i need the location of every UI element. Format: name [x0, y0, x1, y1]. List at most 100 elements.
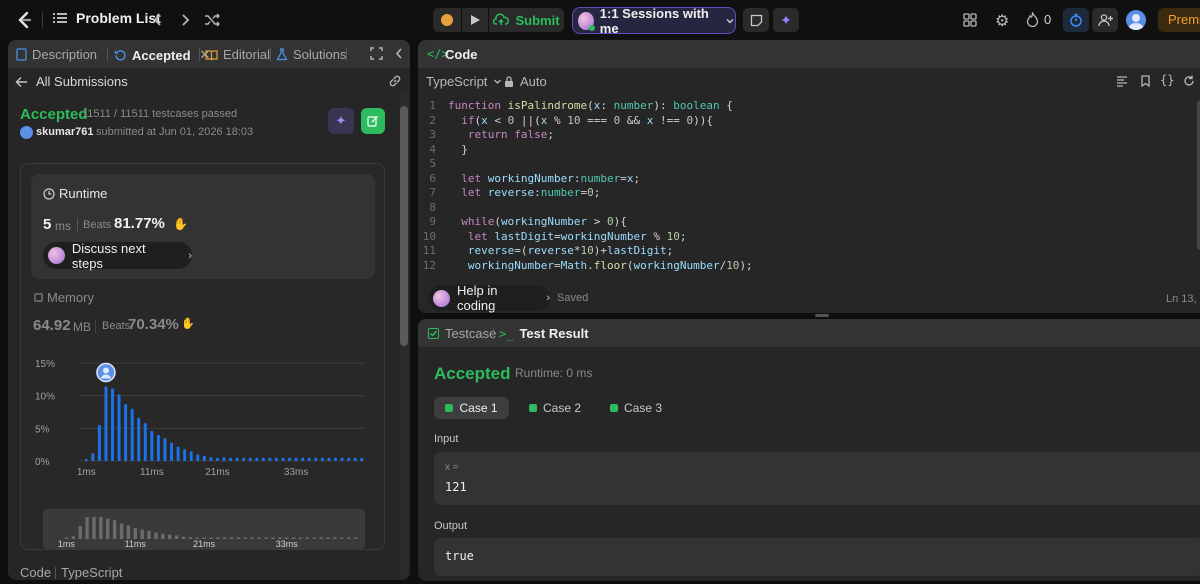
add-friend-button[interactable] — [1092, 8, 1118, 32]
code-line[interactable]: 5 — [418, 157, 1188, 172]
panel-resize-handle[interactable] — [815, 314, 829, 317]
sessions-button[interactable]: 1:1 Sessions with me — [572, 6, 736, 36]
chart-bar[interactable] — [156, 434, 160, 461]
edit-button[interactable] — [361, 108, 385, 134]
chart-bar[interactable] — [261, 457, 265, 461]
chart-bar[interactable] — [248, 457, 252, 461]
chart-bar[interactable] — [183, 449, 187, 461]
left-scrollbar[interactable] — [400, 90, 408, 580]
ai-analyze-button[interactable]: ✦ — [328, 108, 354, 134]
link-icon[interactable] — [388, 74, 402, 88]
runtime-card[interactable]: Runtime 5 ms Beats 81.77% ✋ Discuss next… — [31, 174, 375, 279]
chart-bar[interactable] — [334, 457, 337, 461]
code-line[interactable]: 11 reverse=(reverse*10)+lastDigit; — [418, 244, 1188, 259]
tab-editorial[interactable]: Editorial — [205, 47, 270, 62]
code-line[interactable]: 9 while(workingNumber > 0){ — [418, 215, 1188, 230]
leetcode-logo[interactable] — [14, 10, 34, 30]
bookmark-icon[interactable] — [1140, 75, 1151, 87]
code-line[interactable]: 1 function isPalindrome(x: number): boole… — [418, 99, 1188, 114]
code-line[interactable]: 4 } — [418, 143, 1188, 158]
submit-button[interactable]: Submit — [489, 8, 564, 32]
collapse-icon[interactable] — [394, 47, 404, 60]
discuss-next-steps-button[interactable]: Discuss next steps › — [43, 241, 192, 271]
chart-bar[interactable] — [255, 457, 259, 461]
premium-button[interactable]: Premi — [1158, 8, 1200, 32]
code-line[interactable]: 10 let lastDigit=workingNumber % 10; — [418, 230, 1188, 245]
code-tab-title[interactable]: Code — [445, 47, 478, 62]
chart-bar[interactable] — [229, 457, 233, 461]
case-2-tab[interactable]: Case 2 — [520, 397, 590, 419]
braces-icon[interactable]: {} — [1160, 73, 1174, 87]
debug-button[interactable] — [433, 8, 461, 32]
chart-bar[interactable] — [268, 457, 272, 461]
chart-bar[interactable] — [170, 442, 174, 461]
run-button[interactable] — [462, 8, 488, 32]
language-select[interactable]: TypeScript — [426, 74, 502, 89]
chart-bar[interactable] — [163, 438, 167, 461]
chart-range-slider[interactable]: 1ms 11ms 21ms 33ms — [43, 509, 365, 549]
chart-bar[interactable] — [209, 457, 213, 461]
tab-accepted[interactable]: Accepted ✕ — [114, 47, 210, 63]
tab-testcase[interactable]: Testcase — [428, 326, 496, 341]
tab-test-result[interactable]: >_ Test Result — [499, 326, 589, 341]
chart-bar[interactable] — [97, 425, 101, 461]
chart-bar[interactable] — [347, 457, 351, 461]
chart-bar[interactable] — [196, 454, 200, 461]
chart-bar[interactable] — [189, 451, 193, 461]
avatar[interactable] — [1126, 10, 1146, 30]
chart-bar[interactable] — [137, 417, 141, 461]
chart-bar[interactable] — [235, 457, 239, 461]
case-3-tab[interactable]: Case 3 — [601, 397, 671, 419]
runtime-distribution-chart[interactable]: 15% 10% 5% 0% 1ms 11ms 21ms 33ms — [25, 349, 377, 499]
case-1-tab[interactable]: Case 1 — [434, 397, 509, 419]
code-line[interactable]: 12 workingNumber=Math.floor(workingNumbe… — [418, 259, 1188, 274]
help-in-coding-button[interactable]: Help in coding › — [428, 283, 550, 313]
chart-bar[interactable] — [281, 457, 285, 461]
chart-bar[interactable] — [124, 404, 128, 461]
chart-bar[interactable] — [111, 388, 114, 461]
chart-bar[interactable] — [104, 386, 108, 461]
code-line[interactable]: 8 — [418, 201, 1188, 216]
chart-bar[interactable] — [353, 457, 357, 461]
ai-button[interactable]: ✦ — [773, 8, 799, 32]
chart-bar[interactable] — [91, 453, 95, 461]
chart-bar[interactable] — [320, 457, 324, 461]
back-link[interactable]: All Submissions — [15, 74, 128, 89]
chart-bar[interactable] — [274, 457, 278, 461]
auto-mode-toggle[interactable]: Auto — [504, 74, 547, 89]
chevron-left-icon[interactable] — [150, 12, 166, 28]
tab-description[interactable]: Description — [16, 47, 97, 62]
gear-icon[interactable]: ⚙ — [995, 11, 1009, 31]
chart-bar[interactable] — [202, 455, 206, 461]
code-line[interactable]: 6 let workingNumber:number=x; — [418, 172, 1188, 187]
chart-bar[interactable] — [314, 457, 318, 461]
chart-bar[interactable] — [294, 457, 298, 461]
reset-icon[interactable] — [1183, 75, 1195, 87]
code-line[interactable]: 7 let reverse:number=0; — [418, 186, 1188, 201]
notes-button[interactable] — [743, 8, 769, 32]
code-line[interactable]: 2 if(x < 0 ||(x % 10 === 0 && x !== 0)){ — [418, 114, 1188, 129]
memory-card[interactable]: Memory 64.92 MB Beats 70.34% ✋ — [31, 284, 375, 344]
chart-bar[interactable] — [340, 457, 344, 461]
chevron-right-icon[interactable] — [177, 12, 193, 28]
chart-bar[interactable] — [215, 457, 219, 461]
chart-bar[interactable] — [176, 446, 180, 461]
shuffle-icon[interactable] — [204, 12, 220, 28]
chart-bar[interactable] — [117, 394, 121, 461]
code-line[interactable]: 3 return false; — [418, 128, 1188, 143]
chart-bar[interactable] — [360, 457, 364, 461]
streak-counter[interactable]: 0 — [1026, 12, 1051, 27]
chart-bar[interactable] — [84, 459, 88, 461]
chart-bar[interactable] — [222, 457, 226, 461]
tab-solutions[interactable]: Solutions — [276, 47, 346, 62]
timer-button[interactable] — [1063, 8, 1089, 32]
chart-bar[interactable] — [242, 457, 246, 461]
chart-bar[interactable] — [301, 457, 305, 461]
chart-bar[interactable] — [130, 408, 134, 461]
format-icon[interactable] — [1116, 75, 1128, 87]
layout-icon[interactable] — [962, 12, 978, 28]
chart-bar[interactable] — [143, 423, 147, 461]
chart-bar[interactable] — [150, 430, 154, 461]
chart-bar[interactable] — [307, 457, 311, 461]
code-editor[interactable]: 1 function isPalindrome(x: number): boole… — [418, 99, 1188, 277]
